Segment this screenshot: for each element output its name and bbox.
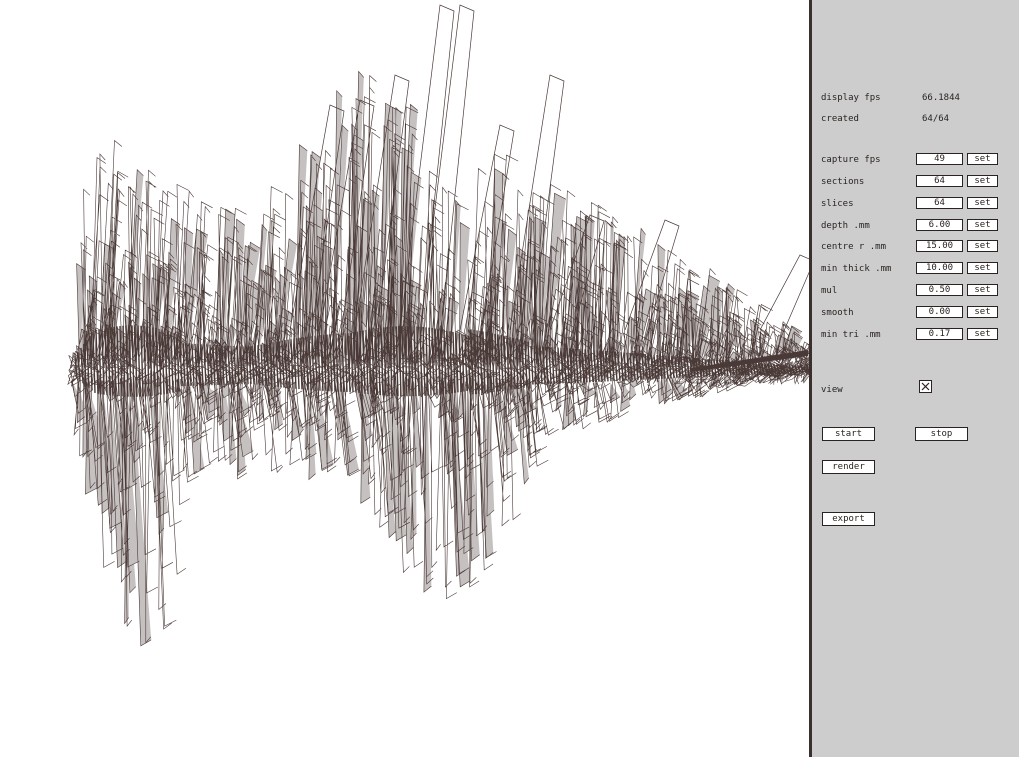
display-fps-value: 66.1844 [922,93,960,103]
min-tri-set-button[interactable]: set [967,328,998,340]
mul-field[interactable]: 0.50 [916,284,963,296]
min-thick-set-button[interactable]: set [967,262,998,274]
created-label: created [821,114,859,124]
depth-field[interactable]: 6.00 [916,219,963,231]
start-button[interactable]: start [822,427,875,441]
stop-button[interactable]: stop [915,427,968,441]
waveform-mesh-render [67,4,809,647]
param-label-depth: depth .mm [821,221,870,231]
param-label-capture-fps: capture fps [821,155,881,165]
slices-field[interactable]: 64 [916,197,963,209]
control-panel: display fps 66.1844 created 64/64 captur… [812,0,1019,757]
render-button[interactable]: render [822,460,875,474]
x-check-icon [921,382,930,391]
param-label-mul: mul [821,286,838,296]
centre-r-set-button[interactable]: set [967,240,998,252]
mul-set-button[interactable]: set [967,284,998,296]
param-label-min-thick: min thick .mm [821,264,892,274]
centre-r-field[interactable]: 15.00 [916,240,963,252]
mesh-viewport[interactable] [0,0,809,757]
param-label-slices: slices [821,199,854,209]
min-tri-field[interactable]: 0.17 [916,328,963,340]
smooth-set-button[interactable]: set [967,306,998,318]
param-label-centre-r: centre r .mm [821,242,887,252]
view-label: view [821,385,843,395]
sections-set-button[interactable]: set [967,175,998,187]
created-value: 64/64 [922,114,950,124]
sections-field[interactable]: 64 [916,175,963,187]
view-checkbox[interactable] [919,380,932,393]
mesh-lines [67,4,809,647]
param-label-sections: sections [821,177,865,187]
param-label-min-tri: min tri .mm [821,330,881,340]
slices-set-button[interactable]: set [967,197,998,209]
depth-set-button[interactable]: set [967,219,998,231]
min-thick-field[interactable]: 10.00 [916,262,963,274]
param-label-smooth: smooth [821,308,854,318]
export-button[interactable]: export [822,512,875,526]
capture-fps-field[interactable]: 49 [916,153,963,165]
display-fps-label: display fps [821,93,881,103]
smooth-field[interactable]: 0.00 [916,306,963,318]
capture-fps-set-button[interactable]: set [967,153,998,165]
